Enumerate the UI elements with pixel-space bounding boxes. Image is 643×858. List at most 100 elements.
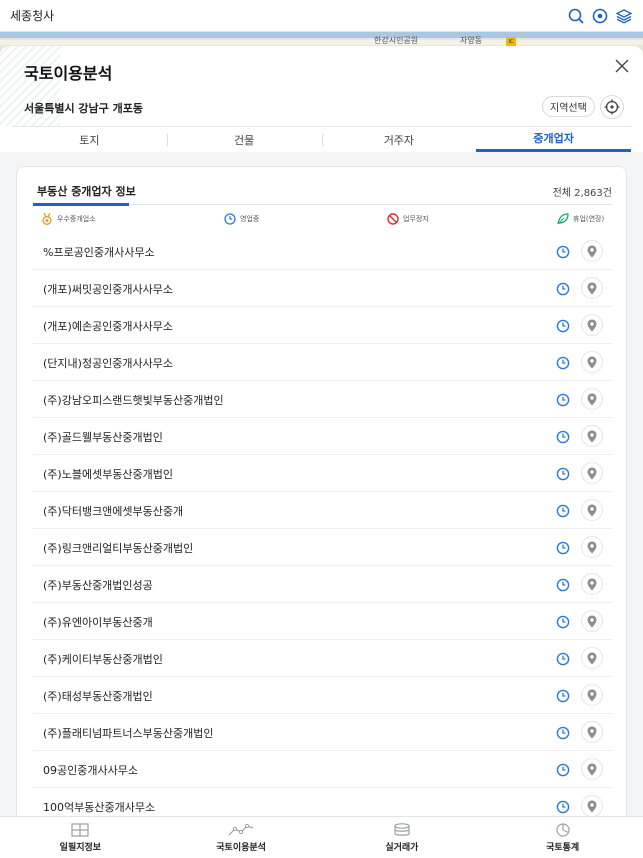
tab-broker[interactable]: 중개업자	[476, 127, 631, 152]
top-bar: 세종청사	[0, 0, 643, 32]
category-tabs: 토지 건물 거주자 중개업자	[12, 126, 631, 152]
clock-icon	[224, 213, 236, 225]
clock-icon	[556, 392, 570, 407]
legend-item: 휴업(연장)	[557, 213, 604, 225]
coins-icon	[394, 822, 410, 836]
map-pin-icon[interactable]	[581, 647, 603, 669]
map-label: 자양동	[460, 36, 483, 45]
broker-name: (주)노블에셋부동산중개법인	[43, 468, 174, 481]
broker-name: (주)플래티넘파트너스부동산중개법인	[43, 727, 214, 740]
nav-parcel-info[interactable]: 일필지정보	[0, 817, 161, 858]
close-icon[interactable]	[612, 56, 632, 76]
broker-name: (단지내)정공인중개사사무소	[43, 357, 174, 370]
location-refresh-icon[interactable]	[591, 7, 609, 25]
nav-label: 국토통계	[546, 842, 580, 853]
prohibited-icon	[387, 213, 399, 225]
broker-name: %프로공인중개사사무소	[43, 246, 155, 259]
broker-name: (주)부동산중개법인성공	[43, 579, 153, 592]
clock-icon	[556, 244, 570, 259]
broker-name: 09공인중개사사무소	[43, 764, 138, 777]
clock-icon	[556, 799, 570, 814]
map-pin-icon[interactable]	[581, 351, 603, 373]
broker-list: %프로공인중개사사무소 (개포)써밋공인중개사사무소 (개포)예손공인중개사사무소 (…	[33, 233, 612, 816]
tab-building[interactable]: 건물	[166, 127, 322, 152]
list-item[interactable]: (주)유엔아이부동산중개	[33, 603, 612, 640]
list-item[interactable]: (주)플래티넘파트너스부동산중개법인	[33, 714, 612, 751]
broker-name: (주)유엔아이부동산중개	[43, 616, 153, 629]
map-pin-icon[interactable]	[581, 240, 603, 262]
broker-info-card: 부동산 중개업자 정보 전체 2,863건 우수중개업소 영업중 업무정지 휴업…	[16, 166, 627, 816]
map-pin-icon[interactable]	[581, 462, 603, 484]
region-select-button[interactable]: 지역선택	[542, 96, 595, 117]
map-pin-icon[interactable]	[581, 425, 603, 447]
clock-icon	[556, 466, 570, 481]
nav-real-transaction[interactable]: 실거래가	[322, 817, 483, 858]
map-road	[0, 40, 643, 45]
list-item[interactable]: (주)부동산중개법인성공	[33, 566, 612, 603]
list-item[interactable]: (단지내)정공인중개사사무소	[33, 344, 612, 381]
clock-icon	[556, 577, 570, 592]
map-pin-icon[interactable]	[581, 721, 603, 743]
map-pin-icon[interactable]	[581, 573, 603, 595]
crosshair-icon[interactable]	[600, 95, 624, 119]
list-item[interactable]: %프로공인중개사사무소	[33, 233, 612, 270]
clock-icon	[556, 355, 570, 370]
legend-label: 영업중	[240, 215, 260, 223]
list-item[interactable]: (주)태성부동산중개법인	[33, 677, 612, 714]
clock-icon	[556, 651, 570, 666]
legend-item: 업무정지	[387, 213, 429, 225]
panel-header: 국토이용분석 서울특별시 강남구 개포동 지역선택 토지 건물 거주자 중개업자	[0, 46, 643, 152]
list-item[interactable]: (주)닥터뱅크앤에셋부동산중개	[33, 492, 612, 529]
map-pin-icon[interactable]	[581, 277, 603, 299]
legend-label: 우수중개업소	[57, 215, 96, 223]
tab-resident[interactable]: 거주자	[321, 127, 477, 152]
list-item[interactable]: 100억부동산중개사무소	[33, 788, 612, 816]
map-river	[0, 32, 643, 38]
card-title-underline	[33, 203, 129, 206]
legend-item: 영업중	[224, 213, 259, 225]
broker-name: (주)링크앤리얼티부동산중개법인	[43, 542, 194, 555]
list-item[interactable]: (주)노블에셋부동산중개법인	[33, 455, 612, 492]
list-item[interactable]: (주)골드웰부동산중개법인	[33, 418, 612, 455]
list-item[interactable]: 09공인중개사사무소	[33, 751, 612, 788]
broker-name: (주)닥터뱅크앤에셋부동산중개	[43, 505, 184, 518]
map-pin-icon[interactable]	[581, 758, 603, 780]
search-icon[interactable]	[567, 7, 585, 25]
nav-land-analysis[interactable]: 국토이용분석	[161, 817, 322, 858]
layers-icon[interactable]	[615, 7, 633, 25]
nav-statistics[interactable]: 국토통계	[482, 817, 643, 858]
map-pin-icon[interactable]	[581, 388, 603, 410]
map-pin-icon[interactable]	[581, 536, 603, 558]
map-pin-icon[interactable]	[581, 610, 603, 632]
nav-label: 실거래가	[385, 842, 419, 853]
clock-icon	[556, 503, 570, 518]
list-item[interactable]: (개포)예손공인중개사사무소	[33, 307, 612, 344]
broker-name: (개포)예손공인중개사사무소	[43, 320, 174, 333]
list-item[interactable]: (주)케이티부동산중개법인	[33, 640, 612, 677]
broker-name: (주)골드웰부동산중개법인	[43, 431, 163, 444]
clock-icon	[556, 318, 570, 333]
map-pin-icon[interactable]	[581, 499, 603, 521]
map-pin-icon[interactable]	[581, 314, 603, 336]
status-legend: 우수중개업소 영업중 업무정지 휴업(연장)	[41, 213, 604, 227]
map-grid-icon	[71, 822, 89, 837]
list-item[interactable]: (주)링크앤리얼티부동산중개법인	[33, 529, 612, 566]
broker-name: (개포)써밋공인중개사사무소	[43, 283, 174, 296]
map-pin-icon[interactable]	[581, 795, 603, 816]
leaf-icon	[557, 213, 569, 225]
bottom-navigation: 일필지정보 국토이용분석 실거래가 국토통계	[0, 816, 643, 858]
total-count: 전체 2,863건	[552, 188, 612, 199]
tab-land[interactable]: 토지	[12, 127, 167, 152]
clock-icon	[556, 281, 570, 296]
analysis-panel: 국토이용분석 서울특별시 강남구 개포동 지역선택 토지 건물 거주자 중개업자…	[0, 46, 643, 816]
card-title: 부동산 중개업자 정보	[37, 185, 136, 198]
list-item[interactable]: (개포)써밋공인중개사사무소	[33, 270, 612, 307]
region-name: 서울특별시 강남구 개포동	[24, 102, 143, 115]
broker-name: (주)케이티부동산중개법인	[43, 653, 163, 666]
map-pin-icon[interactable]	[581, 684, 603, 706]
list-item[interactable]: (주)강남오피스랜드햇빛부동산중개법인	[33, 381, 612, 418]
panel-title: 국토이용분석	[24, 64, 113, 83]
clock-icon	[556, 540, 570, 555]
nav-label: 일필지정보	[59, 842, 102, 853]
legend-item: 우수중개업소	[41, 213, 96, 225]
